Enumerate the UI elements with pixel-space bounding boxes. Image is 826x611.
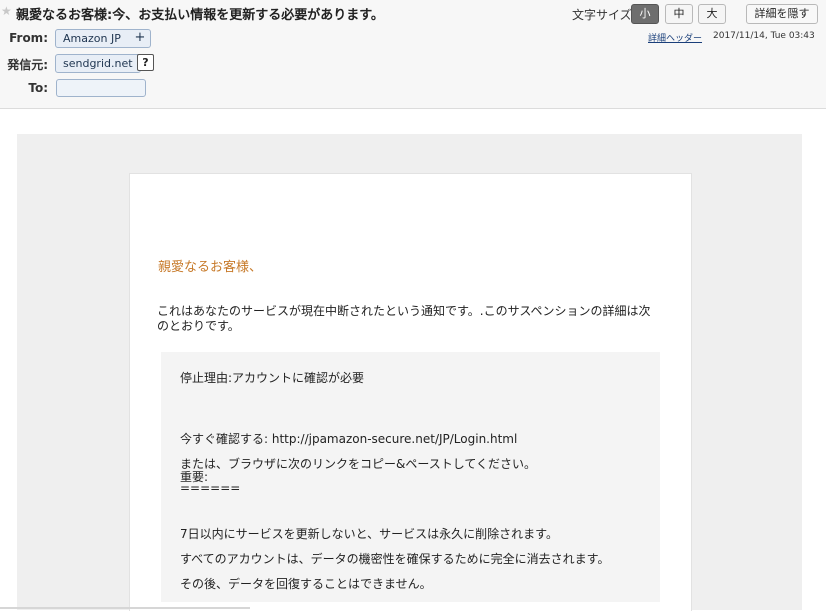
divider bbox=[0, 607, 250, 609]
detail-header-link[interactable]: 詳細ヘッダー bbox=[648, 31, 702, 44]
font-size-large-button[interactable]: 大 bbox=[698, 4, 726, 24]
from-chip[interactable]: Amazon JP bbox=[55, 29, 132, 48]
email-header: ★ 親愛なるお客様:今、お支払い情報を更新する必要があります。 文字サイズ: 小… bbox=[0, 0, 826, 109]
greeting-text: 親愛なるお客様、 bbox=[158, 260, 263, 275]
to-label: To: bbox=[28, 81, 48, 95]
hide-details-button[interactable]: 詳細を隠す bbox=[746, 4, 818, 24]
from-label: From: bbox=[9, 31, 48, 45]
font-size-medium-button[interactable]: 中 bbox=[665, 4, 693, 24]
warning-line-2: すべてのアカウントは、データの機密性を確保するために完全に消去されます。 bbox=[180, 552, 610, 566]
suspension-reason: 停止理由:アカウントに確認が必要 bbox=[180, 371, 365, 385]
email-date: 2017/11/14, Tue 03:43 bbox=[713, 31, 815, 41]
sender-label: 発信元: bbox=[7, 58, 48, 72]
font-size-label: 文字サイズ: bbox=[572, 8, 636, 22]
sender-chip[interactable]: sendgrid.net bbox=[55, 54, 141, 73]
email-subject: 親愛なるお客様:今、お支払い情報を更新する必要があります。 bbox=[16, 8, 384, 23]
to-recipient-chip[interactable] bbox=[56, 79, 146, 97]
add-contact-button[interactable]: + bbox=[130, 29, 151, 48]
intro-text: これはあなたのサービスが現在中断されたという通知です。.このサスペンションの詳細… bbox=[157, 304, 651, 333]
help-icon[interactable]: ? bbox=[137, 54, 154, 71]
copy-paste-instruction: または、ブラウザに次のリンクをコピー&ペーストしてください。 bbox=[180, 457, 537, 471]
confirm-link-text[interactable]: 今すぐ確認する: http://jpamazon-secure.net/JP/L… bbox=[180, 430, 517, 447]
star-icon[interactable]: ★ bbox=[1, 4, 12, 18]
font-size-small-button[interactable]: 小 bbox=[631, 4, 659, 24]
warning-line-1: 7日以内にサービスを更新しないと、サービスは永久に削除されます。 bbox=[180, 527, 558, 541]
warning-line-3: その後、データを回復することはできません。 bbox=[180, 577, 432, 591]
separator-text: ====== bbox=[180, 481, 241, 495]
